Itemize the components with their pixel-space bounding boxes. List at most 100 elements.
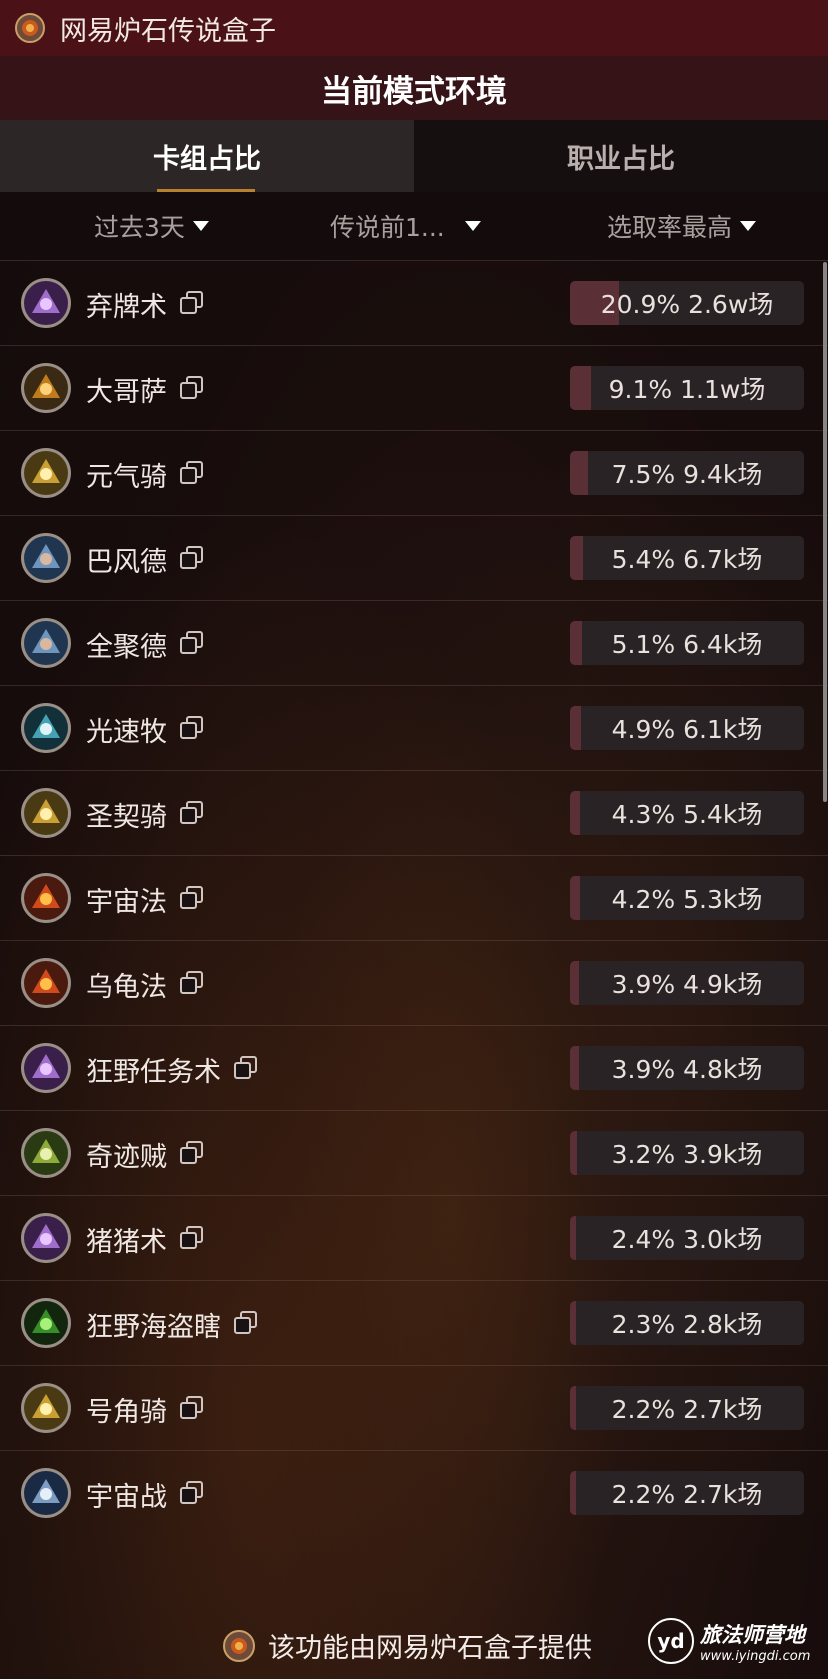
deck-row[interactable]: 元气骑 7.5% 9.4k场 [0, 430, 828, 515]
deck-row[interactable]: 号角骑 2.2% 2.7k场 [0, 1365, 828, 1450]
copy-deck-icon[interactable] [179, 545, 205, 571]
deck-row[interactable]: 猪猪术 2.4% 3.0k场 [0, 1195, 828, 1280]
paladin-icon [20, 1382, 72, 1434]
watermark-name: 旅法师营地 [700, 1622, 805, 1647]
deck-name: 光速牧 [86, 717, 167, 748]
paladin-icon [20, 787, 72, 839]
copy-deck-icon[interactable] [179, 1225, 205, 1251]
usage-stat: 9.1% 1.1w场 [608, 375, 766, 404]
deck-row[interactable]: 巴风德 5.4% 6.7k场 [0, 515, 828, 600]
mage-icon [20, 957, 72, 1009]
usage-stat: 2.4% 3.0k场 [611, 1225, 763, 1254]
hearthstone-logo-icon [223, 1629, 255, 1662]
deck-row[interactable]: 乌龟法 3.9% 4.9k场 [0, 940, 828, 1025]
usage-bar: 4.9% 6.1k场 [570, 706, 804, 750]
deck-row[interactable]: 宇宙法 4.2% 5.3k场 [0, 855, 828, 940]
caret-down-icon [740, 221, 757, 231]
deck-row[interactable]: 狂野任务术 3.9% 4.8k场 [0, 1025, 828, 1110]
usage-stat: 3.2% 3.9k场 [611, 1140, 763, 1169]
deck-name: 奇迹贼 [86, 1142, 167, 1173]
copy-deck-icon[interactable] [179, 460, 205, 486]
tab-bar: 卡组占比 职业占比 [0, 120, 828, 192]
copy-deck-icon[interactable] [179, 800, 205, 826]
druid-icon [20, 532, 72, 584]
demon-hunter-icon [20, 1297, 72, 1349]
copy-deck-icon[interactable] [179, 1480, 205, 1506]
deck-name: 圣契骑 [86, 802, 167, 833]
deck-name: 猪猪术 [86, 1227, 167, 1258]
deck-row[interactable]: 宇宙战 2.2% 2.7k场 [0, 1450, 828, 1535]
druid-icon [20, 617, 72, 669]
mage-icon [20, 872, 72, 924]
filter-time-range[interactable]: 过去3天 [94, 208, 209, 244]
caret-down-icon [464, 221, 481, 231]
deck-row[interactable]: 大哥萨 9.1% 1.1w场 [0, 345, 828, 430]
usage-stat: 2.2% 2.7k场 [611, 1395, 763, 1424]
usage-bar: 2.2% 2.7k场 [570, 1471, 804, 1515]
usage-bar: 20.9% 2.6w场 [570, 281, 804, 325]
deck-name: 号角骑 [86, 1397, 167, 1428]
usage-bar: 3.9% 4.9k场 [570, 961, 804, 1005]
usage-bar: 4.3% 5.4k场 [570, 791, 804, 835]
scrollbar[interactable] [823, 262, 827, 802]
usage-bar: 2.2% 2.7k场 [570, 1386, 804, 1430]
tab-deck-share[interactable]: 卡组占比 [0, 120, 414, 192]
usage-stat: 2.3% 2.8k场 [611, 1310, 763, 1339]
copy-deck-icon[interactable] [179, 630, 205, 656]
priest-icon [20, 702, 72, 754]
copy-deck-icon[interactable] [179, 970, 205, 996]
usage-bar: 7.5% 9.4k场 [570, 451, 804, 495]
paladin-icon [20, 447, 72, 499]
watermark-url: www.iyingdi.com [700, 1648, 811, 1664]
usage-stat: 4.9% 6.1k场 [611, 715, 763, 744]
deck-row[interactable]: 奇迹贼 3.2% 3.9k场 [0, 1110, 828, 1195]
deck-row[interactable]: 光速牧 4.9% 6.1k场 [0, 685, 828, 770]
app-title: 网易炉石传说盒子 [60, 15, 276, 47]
usage-bar: 5.4% 6.7k场 [570, 536, 804, 580]
copy-deck-icon[interactable] [179, 715, 205, 741]
deck-name: 巴风德 [86, 547, 167, 578]
filter-sort[interactable]: 选取率最高 [607, 208, 757, 244]
tab-class-share[interactable]: 职业占比 [414, 120, 828, 192]
watermark: yd 旅法师营地 www.iyingdi.com [648, 1618, 810, 1664]
usage-stat: 3.9% 4.8k场 [611, 1055, 763, 1084]
warrior-icon [20, 1467, 72, 1519]
usage-bar: 2.3% 2.8k场 [570, 1301, 804, 1345]
deck-name: 乌龟法 [86, 972, 167, 1003]
usage-stat: 7.5% 9.4k场 [611, 460, 763, 489]
caret-down-icon [192, 221, 209, 231]
usage-stat: 5.4% 6.7k场 [611, 545, 763, 574]
usage-bar: 2.4% 3.0k场 [570, 1216, 804, 1260]
copy-deck-icon[interactable] [179, 290, 205, 316]
hearthstone-logo-icon [15, 13, 45, 43]
footer-credit: 该功能由网易炉石盒子提供 [222, 1626, 592, 1665]
deck-name: 宇宙战 [86, 1482, 167, 1513]
copy-deck-icon[interactable] [233, 1055, 259, 1081]
copy-deck-icon[interactable] [179, 885, 205, 911]
copy-deck-icon[interactable] [179, 1395, 205, 1421]
copy-deck-icon[interactable] [179, 1140, 205, 1166]
warlock-icon [20, 277, 72, 329]
copy-deck-icon[interactable] [179, 375, 205, 401]
deck-row[interactable]: 弃牌术 20.9% 2.6w场 [0, 260, 828, 345]
credit-text: 该功能由网易炉石盒子提供 [268, 1633, 592, 1664]
footer: 该功能由网易炉石盒子提供 yd 旅法师营地 www.iyingdi.com [0, 1606, 828, 1679]
usage-stat: 3.9% 4.9k场 [611, 970, 763, 999]
deck-name: 大哥萨 [86, 377, 167, 408]
usage-stat: 4.3% 5.4k场 [611, 800, 763, 829]
rogue-icon [20, 1127, 72, 1179]
tab-label: 卡组占比 [153, 143, 261, 175]
copy-deck-icon[interactable] [233, 1310, 259, 1336]
filter-rank[interactable]: 传说前1... [330, 208, 481, 244]
tab-label: 职业占比 [567, 143, 675, 175]
deck-name: 狂野任务术 [86, 1057, 221, 1088]
deck-name: 元气骑 [86, 462, 167, 493]
deck-name: 全聚德 [86, 632, 167, 663]
usage-stat: 20.9% 2.6w场 [600, 290, 774, 319]
deck-row[interactable]: 全聚德 5.1% 6.4k场 [0, 600, 828, 685]
title-bar: 网易炉石传说盒子 [0, 0, 828, 56]
deck-list: 弃牌术 20.9% 2.6w场大哥萨 9.1% 1.1w场元气骑 7.5% 9.4k场… [0, 260, 828, 1535]
warlock-icon [20, 1212, 72, 1264]
deck-row[interactable]: 狂野海盗瞎 2.3% 2.8k场 [0, 1280, 828, 1365]
deck-row[interactable]: 圣契骑 4.3% 5.4k场 [0, 770, 828, 855]
